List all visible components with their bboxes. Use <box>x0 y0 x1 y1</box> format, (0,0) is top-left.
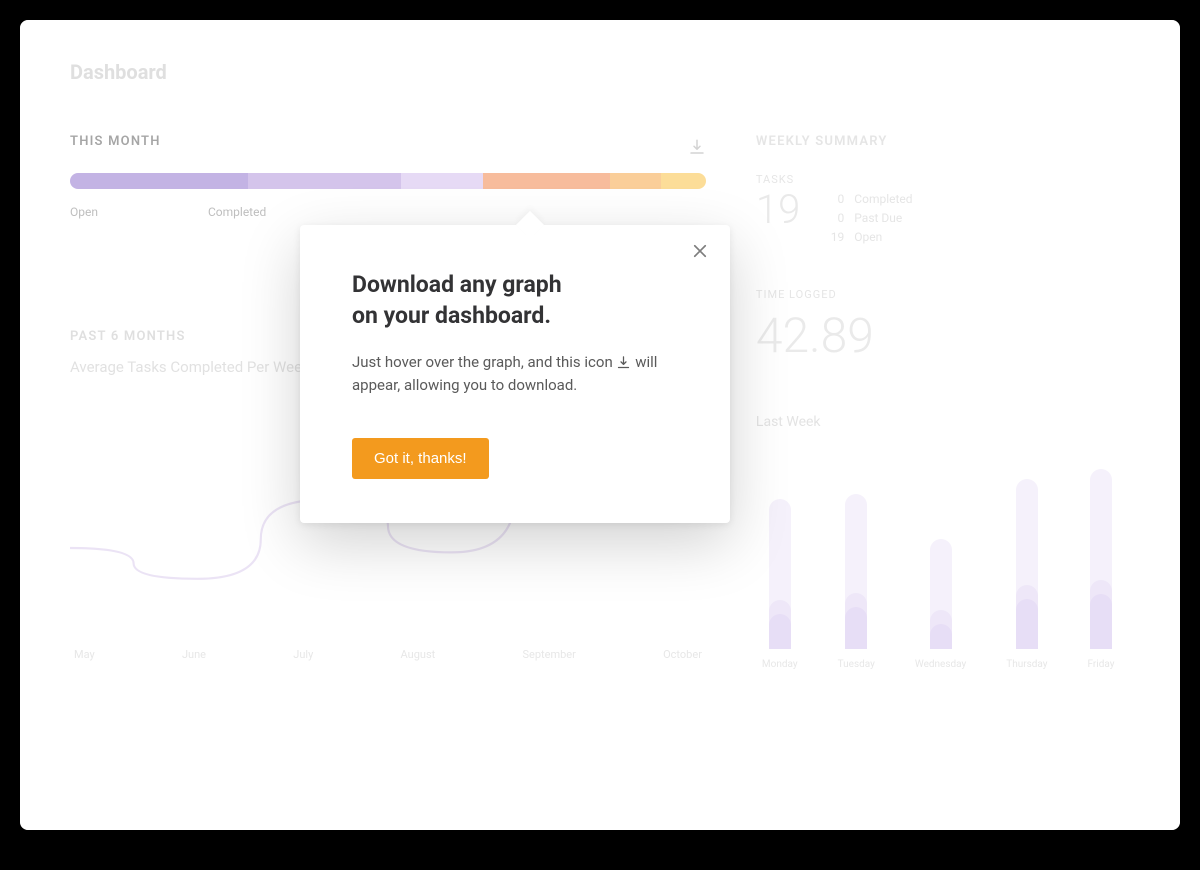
this-month-header: THIS MONTH <box>70 134 706 163</box>
segment-completed-a <box>483 173 610 189</box>
tasks-open-label: Open <box>854 228 882 247</box>
download-icon[interactable] <box>688 138 706 160</box>
bar-col: Friday <box>1088 469 1115 670</box>
bar <box>845 494 867 649</box>
modal-body: Just hover over the graph, and this icon… <box>352 351 678 398</box>
bar <box>769 499 791 649</box>
tasks-pastdue-label: Past Due <box>854 209 902 228</box>
x-tick: September <box>522 648 575 661</box>
tasks-completed-count: 0 <box>824 190 844 209</box>
last-week-section: Last Week Monday Tuesday Wednesday Thursday… <box>756 414 1130 670</box>
tasks-row: 19 0 Completed 0 Past Due 19 Open <box>756 190 1130 248</box>
bar <box>930 539 952 649</box>
bar-col: Wednesday <box>915 539 966 670</box>
segment-open-b <box>248 173 401 189</box>
tasks-pastdue-count: 0 <box>824 209 844 228</box>
weekly-summary-label: WEEKLY SUMMARY <box>756 134 1130 149</box>
bar-label: Tuesday <box>838 659 875 670</box>
bar-col: Monday <box>762 499 798 670</box>
x-tick: July <box>293 648 313 661</box>
tasks-completed-label: Completed <box>854 190 912 209</box>
bar <box>1016 479 1038 649</box>
modal-heading-l1: Download any graph <box>352 271 562 298</box>
x-tick: August <box>401 648 436 661</box>
bar-label: Thursday <box>1006 659 1047 670</box>
tasks-stats: 0 Completed 0 Past Due 19 Open <box>824 190 912 248</box>
this-month-label: THIS MONTH <box>70 134 161 149</box>
time-logged-value: 42.89 <box>756 307 1130 364</box>
bar-col: Tuesday <box>838 494 875 670</box>
close-icon[interactable] <box>688 239 712 263</box>
download-icon <box>616 355 631 370</box>
legend-completed: Completed <box>208 205 266 219</box>
last-week-label: Last Week <box>756 414 1130 430</box>
modal-body-before: Just hover over the graph, and this icon <box>352 353 613 371</box>
past6-x-axis: May June July August September October <box>70 648 706 661</box>
this-month-legend: Open Completed <box>70 205 706 219</box>
bar-col: Thursday <box>1006 479 1047 670</box>
segment-open-a <box>70 173 248 189</box>
got-it-button[interactable]: Got it, thanks! <box>352 438 489 479</box>
x-tick: June <box>182 648 206 661</box>
page-title: Dashboard <box>70 60 1130 84</box>
x-tick: May <box>74 648 95 661</box>
bar-label: Friday <box>1088 659 1115 670</box>
x-tick: October <box>663 648 702 661</box>
modal-heading: Download any graph on your dashboard. <box>352 269 678 331</box>
time-logged-label: TIME LOGGED <box>756 288 1130 301</box>
last-week-bars: Monday Tuesday Wednesday Thursday Friday <box>756 470 1130 670</box>
bar-label: Monday <box>762 659 798 670</box>
tasks-total: 19 <box>756 190 800 230</box>
segment-completed-c <box>661 173 706 189</box>
segment-open-c <box>401 173 484 189</box>
modal-heading-l2: on your dashboard. <box>352 302 551 329</box>
legend-open: Open <box>70 205 98 219</box>
right-column: WEEKLY SUMMARY TASKS 19 0 Completed 0 Past… <box>746 134 1130 670</box>
download-tip-modal: Download any graph on your dashboard. Ju… <box>300 225 730 523</box>
segment-completed-b <box>610 173 661 189</box>
bar-label: Wednesday <box>915 659 966 670</box>
bar <box>1090 469 1112 649</box>
this-month-bar <box>70 173 706 189</box>
tasks-open-count: 19 <box>824 228 844 247</box>
tasks-label: TASKS <box>756 173 1130 186</box>
